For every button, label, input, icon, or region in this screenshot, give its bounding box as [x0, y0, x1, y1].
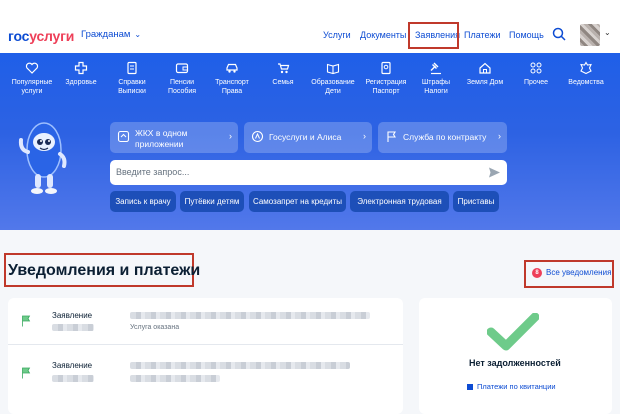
category-fines[interactable]: Штрафы Налоги [411, 61, 461, 96]
flag-icon [22, 367, 31, 379]
category-popular[interactable]: Популярные услуги [7, 61, 57, 96]
category-land[interactable]: Земля Дом [460, 61, 510, 87]
gavel-icon [430, 62, 441, 75]
audience-label: Гражданам [81, 29, 131, 40]
card-label: ЖКХ в одном приложении [135, 128, 188, 149]
flag-icon [387, 131, 396, 142]
search-bar[interactable]: Введите запрос... [110, 160, 507, 185]
category-label: Земля Дом [466, 79, 504, 86]
category-health[interactable]: Здоровье [56, 61, 106, 87]
category-agencies[interactable]: Ведомства [561, 61, 611, 87]
category-pensions[interactable]: Пенсии Пособия [157, 61, 207, 96]
chip-doctor[interactable]: Запись к врачу [110, 191, 176, 212]
nav-help[interactable]: Помощь [509, 30, 544, 40]
category-certificates[interactable]: Справки Выписки [107, 61, 157, 96]
passport-icon [381, 61, 391, 75]
car-icon [226, 63, 238, 73]
category-label: Здоровье [65, 79, 97, 86]
card-label: Служба по контракту [403, 132, 487, 142]
audience-dropdown[interactable]: Гражданам ⌄ [81, 29, 141, 40]
chip-bailiffs[interactable]: Приставы [453, 191, 499, 212]
category-label: Популярные услуги [11, 79, 53, 95]
heart-icon [25, 62, 39, 74]
row-title: Заявление [52, 311, 93, 320]
checkmark-icon [487, 313, 539, 351]
gosuslugi-logo[interactable]: госуслуги [8, 28, 74, 44]
nav-services[interactable]: Услуги [323, 30, 351, 40]
receipt-payments-label: Платежи по квитанции [477, 382, 556, 391]
category-label: Образование Дети [311, 79, 355, 95]
category-label: Прочее [523, 79, 549, 86]
chevron-right-icon: › [229, 131, 232, 141]
receipt-payments-link[interactable]: Платежи по квитанции [467, 382, 556, 391]
page-title: Уведомления и платежи [8, 262, 201, 279]
chevron-right-icon: › [363, 131, 366, 141]
redacted-service-name [130, 362, 350, 369]
jkh-icon [117, 130, 130, 143]
document-icon [127, 61, 137, 75]
category-education[interactable]: Образование Дети [308, 61, 358, 96]
logo-part2: услуги [29, 28, 75, 44]
row-status: Услуга оказана [130, 324, 180, 331]
redacted-date [52, 375, 94, 382]
stroller-icon [278, 63, 290, 74]
wallet-icon [175, 63, 189, 74]
category-label: Транспорт Права [215, 79, 249, 95]
redacted-service-name [130, 312, 370, 319]
highlight-applications [408, 22, 459, 49]
redacted-service-detail [130, 375, 220, 382]
alice-icon [251, 130, 264, 143]
all-notifications-link[interactable]: Все уведомления [546, 268, 611, 277]
flag-icon [22, 315, 31, 327]
top-header: госуслуги Гражданам ⌄ Услуги Документы За… [0, 18, 620, 53]
category-label: Регистрация Паспорт [365, 79, 407, 95]
chip-credit-ban[interactable]: Самозапрет на кредиты [249, 191, 346, 212]
logo-part1: гос [8, 28, 30, 44]
cross-icon [74, 61, 88, 75]
book-icon [326, 63, 340, 75]
category-label: Справки Выписки [118, 79, 146, 95]
redacted-date [52, 324, 94, 331]
card-label: Госуслуги и Алиса [269, 132, 342, 142]
emblem-icon [580, 61, 592, 75]
category-other[interactable]: Прочее [511, 61, 561, 87]
notification-badge: 8 [532, 268, 542, 278]
card-contract-service[interactable]: Служба по контракту › [378, 122, 507, 153]
category-label: Семья [272, 79, 294, 86]
category-label: Пенсии Пособия [167, 79, 197, 95]
nav-documents[interactable]: Документы [360, 30, 406, 40]
category-registration[interactable]: Регистрация Паспорт [361, 61, 411, 96]
no-debt-status: Нет задолженностей [469, 358, 561, 368]
category-transport[interactable]: Транспорт Права [207, 61, 257, 96]
chevron-down-icon[interactable]: ⌄ [604, 28, 611, 37]
search-icon[interactable] [552, 27, 566, 41]
category-label: Штрафы Налоги [421, 79, 451, 95]
nav-payments[interactable]: Платежи [464, 30, 501, 40]
card-alice[interactable]: Госуслуги и Алиса › [244, 122, 372, 153]
chip-labor-book[interactable]: Электронная трудовая [350, 191, 449, 212]
mascot-illustration [18, 122, 67, 194]
chevron-down-icon: ⌄ [134, 30, 142, 39]
chevron-right-icon: › [498, 131, 501, 141]
chip-kids-vouchers[interactable]: Путёвки детям [180, 191, 244, 212]
row-title: Заявление [52, 361, 93, 370]
house-icon [479, 62, 491, 74]
row-divider [8, 344, 403, 345]
card-jkh[interactable]: ЖКХ в одном приложении › [110, 122, 238, 153]
receipt-icon [467, 384, 473, 390]
grid-icon [530, 62, 542, 74]
category-label: Ведомства [568, 79, 604, 86]
send-icon[interactable] [488, 166, 501, 179]
avatar[interactable] [580, 24, 600, 46]
category-family[interactable]: Семья [258, 61, 308, 87]
search-input[interactable]: Введите запрос... [116, 167, 189, 177]
hero-banner: Популярные услуги Здоровье Справки Выпис… [0, 53, 620, 230]
